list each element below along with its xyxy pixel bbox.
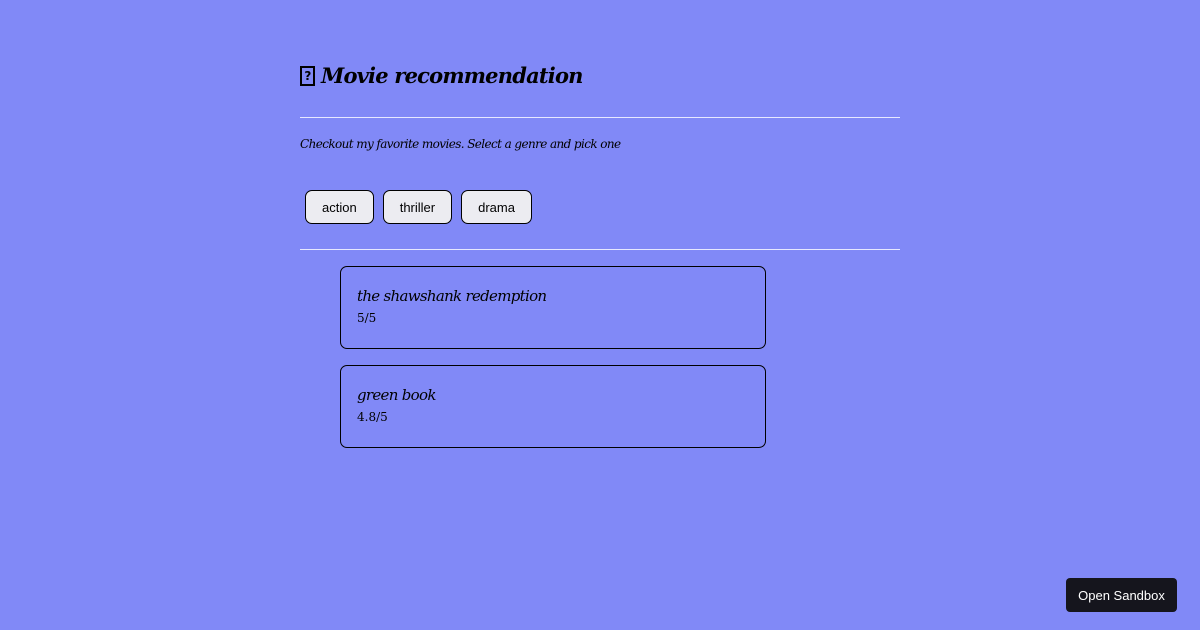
movie-card: green book 4.8/5 <box>340 365 766 448</box>
movie-rating: 5/5 <box>357 311 377 325</box>
movie-rating: 4.8/5 <box>357 410 388 424</box>
page-title-text: Movie recommendation <box>321 63 583 88</box>
divider-bottom <box>300 249 900 250</box>
movie-card: the shawshank redemption 5/5 <box>340 266 766 349</box>
movie-name: green book <box>357 386 436 404</box>
page-subtitle: Checkout my favorite movies. Select a ge… <box>300 137 621 151</box>
genre-button-group: action thriller drama <box>305 190 532 224</box>
divider-top <box>300 117 900 118</box>
movie-list: the shawshank redemption 5/5 green book … <box>340 266 766 448</box>
genre-button-action[interactable]: action <box>305 190 374 224</box>
movie-name: the shawshank redemption <box>357 287 547 305</box>
page-title: Movie recommendation <box>300 58 583 94</box>
open-sandbox-button[interactable]: Open Sandbox <box>1066 578 1177 612</box>
genre-button-thriller[interactable]: thriller <box>382 190 453 224</box>
missing-glyph-icon <box>300 66 315 86</box>
genre-button-drama[interactable]: drama <box>461 190 532 224</box>
